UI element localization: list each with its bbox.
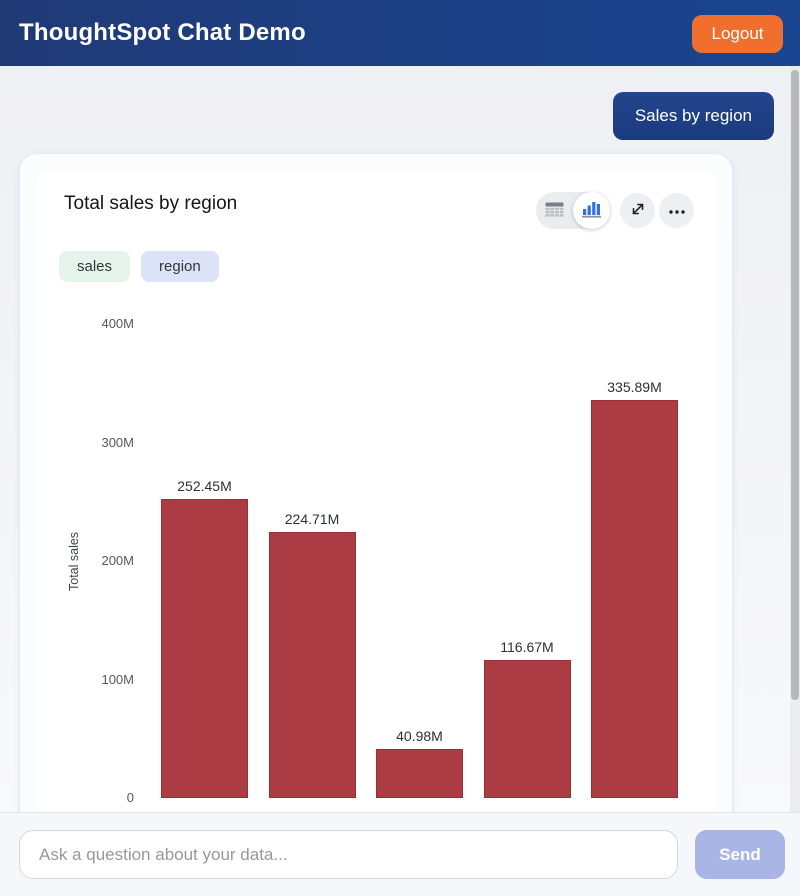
ellipsis-icon	[668, 203, 686, 218]
view-toggle	[536, 192, 610, 229]
app-window: ThoughtSpot Chat Demo Logout Sales by re…	[0, 0, 800, 896]
y-tick-label: 200M	[37, 553, 134, 568]
user-message-text: Sales by region	[635, 106, 752, 126]
bar-value-label: 252.45M	[177, 478, 231, 494]
viz-container: Total sales by region	[37, 170, 718, 812]
bar[interactable]	[161, 499, 248, 798]
expand-icon	[630, 201, 646, 220]
bar-chart: Total sales 400M300M200M100M0252.45M224.…	[37, 301, 718, 812]
bar-value-label: 116.67M	[500, 639, 553, 655]
more-options-button[interactable]	[659, 193, 694, 228]
bar[interactable]	[484, 660, 571, 798]
query-tokens: sales region	[59, 251, 219, 282]
scrollbar-thumb[interactable]	[791, 70, 799, 700]
table-icon	[545, 202, 564, 220]
chart-view-button[interactable]	[573, 192, 610, 229]
bar[interactable]	[591, 400, 678, 798]
answer-card: Total sales by region	[19, 153, 733, 812]
send-button[interactable]: Send	[695, 830, 785, 879]
bar-value-label: 40.98M	[396, 728, 443, 744]
viz-title: Total sales by region	[64, 193, 237, 215]
composer-bar: Send	[0, 812, 800, 896]
app-title: ThoughtSpot Chat Demo	[19, 19, 306, 47]
scrollbar-track[interactable]	[790, 66, 800, 812]
token-sales[interactable]: sales	[59, 251, 130, 282]
logout-button[interactable]: Logout	[692, 15, 783, 53]
user-message-bubble: Sales by region	[613, 92, 774, 140]
y-tick-label: 400M	[37, 316, 134, 331]
app-header: ThoughtSpot Chat Demo Logout	[0, 0, 800, 66]
bar-value-label: 335.89M	[607, 379, 661, 395]
question-input[interactable]	[19, 830, 678, 879]
expand-button[interactable]	[620, 193, 655, 228]
viz-controls	[536, 192, 694, 229]
bar-value-label: 224.71M	[285, 511, 339, 527]
y-tick-label: 100M	[37, 672, 134, 687]
bar-chart-icon	[582, 201, 601, 221]
y-tick-label: 0	[37, 790, 134, 805]
bar[interactable]	[269, 532, 356, 798]
y-tick-label: 300M	[37, 435, 134, 450]
bar[interactable]	[376, 749, 463, 798]
table-view-button[interactable]	[536, 192, 573, 229]
chat-scroll-area: Sales by region Total sales by region	[0, 66, 800, 812]
token-region[interactable]: region	[141, 251, 219, 282]
